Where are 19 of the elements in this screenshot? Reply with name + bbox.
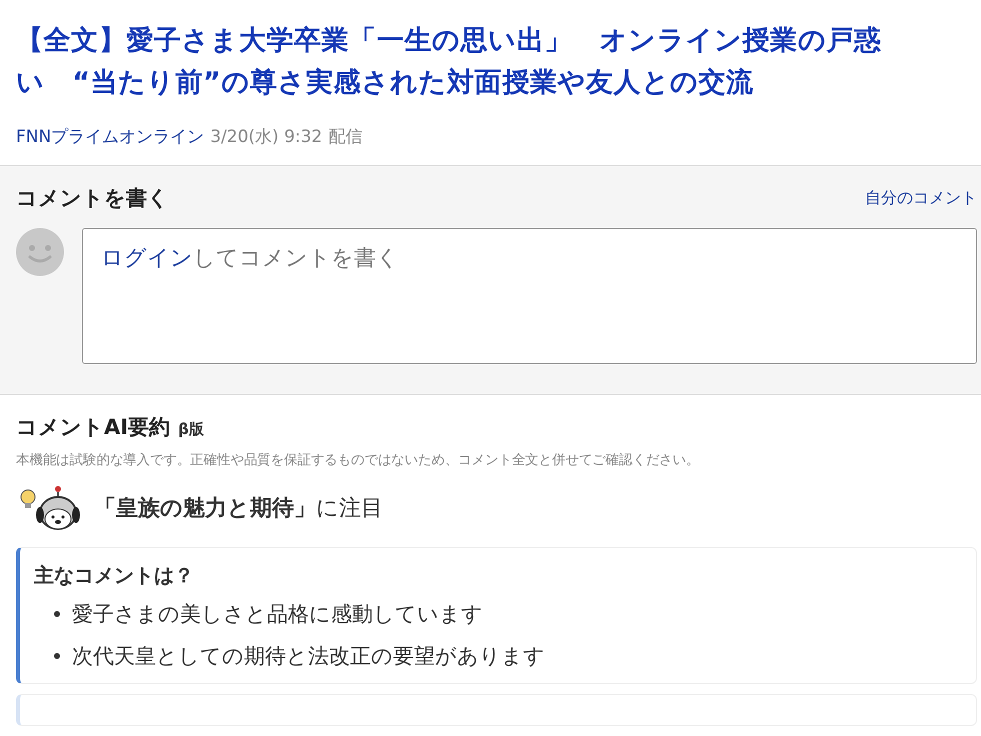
summary-item: 愛子さまの美しさと品格に感動しています [72,601,483,628]
source-link[interactable]: FNNプライムオンライン [16,124,204,148]
summary-item: 次代天皇としての期待と法改正の要望があります [72,643,545,670]
ai-summary-heading: コメントAI要約 [16,414,170,441]
my-comments-link[interactable]: 自分のコメント [865,188,977,208]
comment-placeholder: してコメントを書く [193,246,399,271]
comment-field[interactable]: ログイン してコメントを書く [82,228,977,364]
disclaimer-text: 本機能は試験的な導入です。正確性や品質を保証するものではないため、コメント全文と併せてご確認ください。 [16,451,700,469]
avatar-icon [16,228,64,276]
bullet-icon [54,611,60,617]
publish-label: 配信 [328,126,362,148]
login-link[interactable]: ログイン [101,246,193,271]
comment-heading: コメントを書く [16,185,169,212]
article-title: 【全文】愛子さま大学卒業「一生の思い出」 オンライン授業の戸惑い “当たり前”の尊さ実感された対面授業や友人との交流 [16,24,883,100]
card-heading: 主なコメントは？ [34,562,195,589]
publish-date: 3/20(水) 9:32 [210,126,322,148]
bullet-icon [54,653,60,659]
highlight-topic: 「皇族の魅力と期待」に注目 [94,495,383,523]
beta-label: β版 [178,420,204,439]
